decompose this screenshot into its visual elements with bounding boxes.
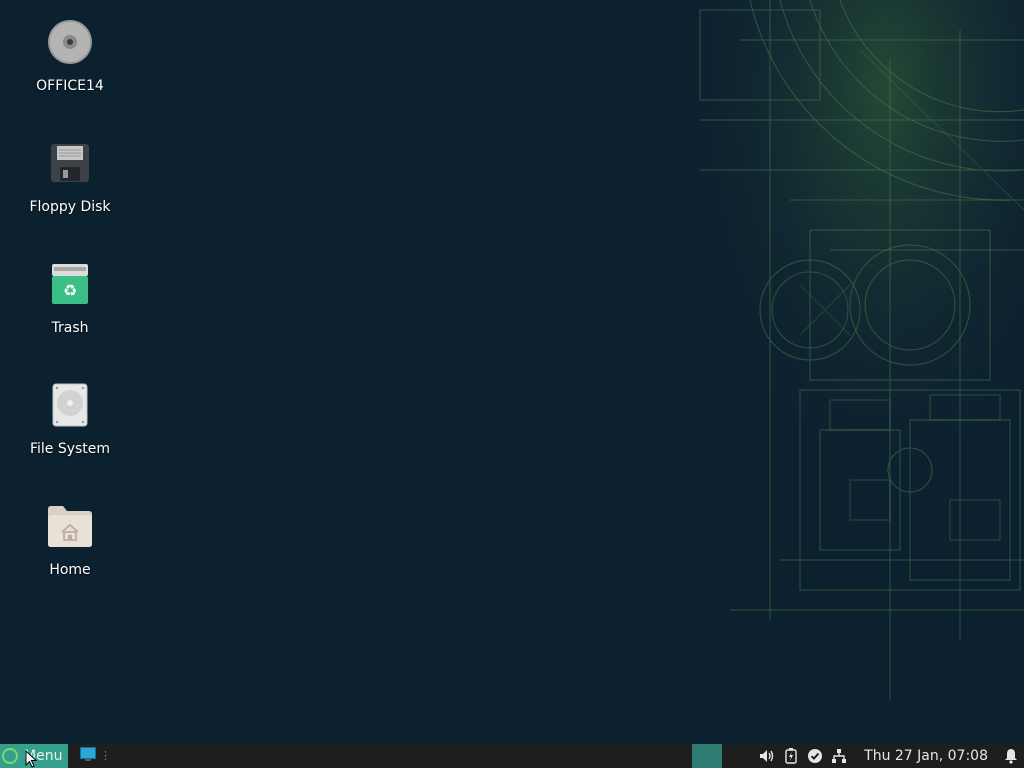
floppy-disk-icon <box>46 139 94 187</box>
svg-text:♻: ♻ <box>63 281 77 300</box>
desktop-window-icon <box>80 747 96 765</box>
wallpaper-blueprint-art <box>630 0 1024 744</box>
desktop-icon-trash[interactable]: ♻ Trash <box>16 260 124 381</box>
network-icon[interactable] <box>830 747 848 765</box>
mouse-cursor-icon <box>25 750 37 768</box>
desktop-icon-label: Floppy Disk <box>29 199 111 215</box>
desktop-icon-label: Trash <box>51 320 89 336</box>
battery-icon[interactable] <box>782 747 800 765</box>
home-folder-icon <box>46 502 94 550</box>
taskbar: Menu ⋮ Thu 27 Jan, 07:08 <box>0 744 1024 768</box>
bell-icon[interactable] <box>1002 747 1020 765</box>
show-desktop-launcher[interactable]: ⋮ <box>80 744 111 768</box>
workspace-switcher[interactable] <box>692 744 723 768</box>
desktop-icon-label: Home <box>49 562 91 578</box>
trash-icon: ♻ <box>46 260 94 308</box>
desktop-icon-floppy-disk[interactable]: Floppy Disk <box>16 139 124 260</box>
optical-disc-icon <box>46 18 94 66</box>
clock[interactable]: Thu 27 Jan, 07:08 <box>864 748 988 764</box>
desktop-icon-file-system[interactable]: File System <box>16 381 124 502</box>
launcher-handle-icon[interactable]: ⋮ <box>100 744 111 768</box>
desktop[interactable]: OFFICE14 Floppy Disk ♻ Trash File System… <box>0 0 1024 744</box>
desktop-icon-label: File System <box>29 441 111 457</box>
hard-drive-icon <box>46 381 94 429</box>
system-tray <box>758 744 854 768</box>
desktop-icon-label: OFFICE14 <box>36 78 104 94</box>
desktop-icon-home[interactable]: Home <box>16 502 124 623</box>
desktop-icon-office14[interactable]: OFFICE14 <box>16 18 124 139</box>
desktop-icons: OFFICE14 Floppy Disk ♻ Trash File System… <box>16 18 124 623</box>
volume-icon[interactable] <box>758 747 776 765</box>
update-check-icon[interactable] <box>806 747 824 765</box>
menu-logo-icon <box>2 748 18 764</box>
